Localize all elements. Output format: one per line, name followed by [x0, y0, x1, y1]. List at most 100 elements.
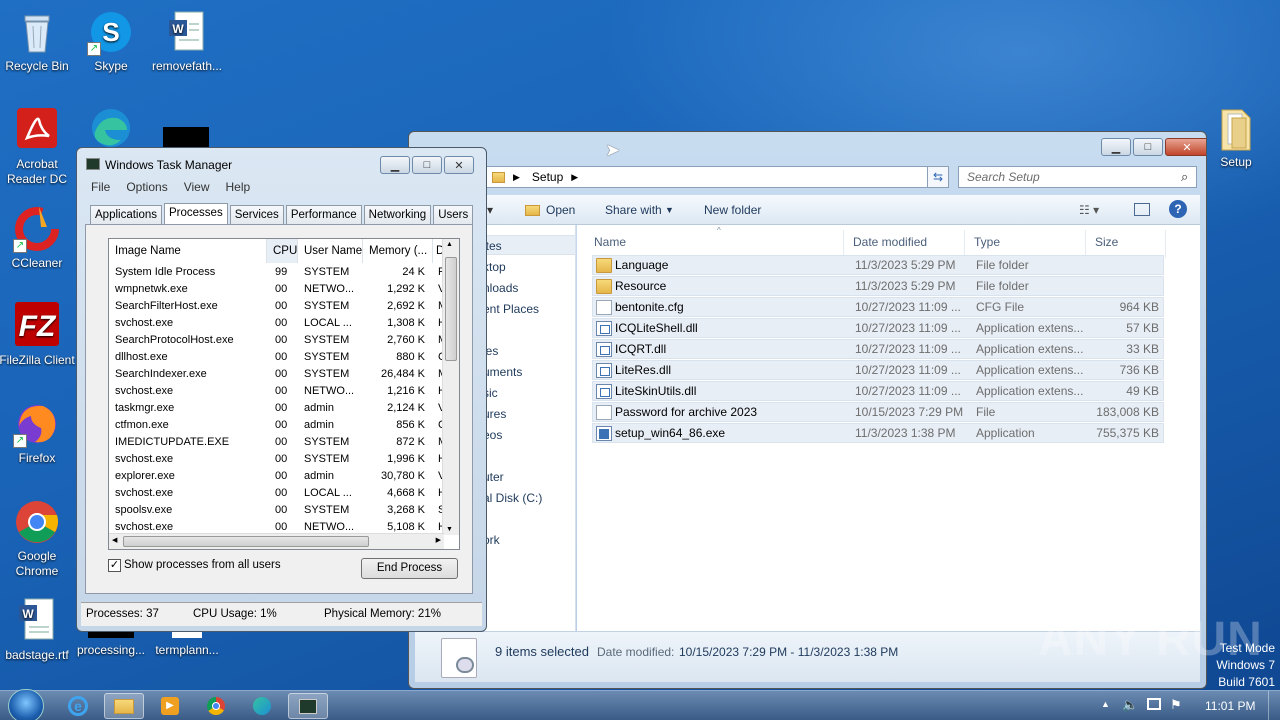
- tab-processes[interactable]: Processes: [164, 203, 228, 224]
- process-row[interactable]: SearchFilterHost.exe00SYSTEM2,692 KM: [109, 298, 444, 315]
- process-row[interactable]: explorer.exe00admin30,780 KV: [109, 468, 444, 485]
- scroll-thumb[interactable]: [445, 257, 457, 361]
- desktop-icon-setup[interactable]: Setup: [1196, 104, 1276, 170]
- column-header-type[interactable]: Type: [965, 230, 1086, 258]
- process-row[interactable]: ctfmon.exe00admin856 KC: [109, 417, 444, 434]
- column-header-cpu[interactable]: CPU: [267, 239, 298, 263]
- end-process-button[interactable]: End Process: [361, 558, 458, 579]
- file-row[interactable]: Password for archive 2023 10/15/2023 7:29…: [592, 402, 1164, 422]
- scroll-up-icon[interactable]: ▲: [446, 241, 453, 248]
- tab-services[interactable]: Services: [229, 205, 284, 224]
- show-desktop-button[interactable]: [1268, 691, 1280, 720]
- file-row[interactable]: bentonite.cfg 10/27/2023 11:09 ... CFG Fil…: [592, 297, 1164, 317]
- file-row[interactable]: LiteSkinUtils.dll 10/27/2023 11:09 ... App…: [592, 381, 1164, 401]
- desktop-icon-removefath[interactable]: W removefath...: [147, 8, 227, 74]
- address-bar[interactable]: ▶ Setup ▶ ▼: [479, 166, 949, 188]
- menu-view[interactable]: View: [184, 180, 210, 194]
- tab-applications[interactable]: Applications: [90, 205, 163, 224]
- process-row[interactable]: wmpnetwk.exe00NETWO...1,292 KV: [109, 281, 444, 298]
- show-hidden-icons[interactable]: ▲: [1101, 699, 1110, 709]
- column-header-date-modified[interactable]: Date modified: [844, 230, 965, 258]
- process-row[interactable]: svchost.exe00NETWO...1,216 KH: [109, 383, 444, 400]
- start-orb-icon[interactable]: [8, 689, 44, 720]
- close-button[interactable]: ✕: [1165, 138, 1206, 156]
- maximize-button[interactable]: □: [412, 156, 442, 174]
- column-header-image-name[interactable]: Image Name: [109, 239, 267, 263]
- desktop-icon-skype[interactable]: S ↗ Skype: [71, 8, 151, 74]
- file-row[interactable]: setup_win64_86.exe 11/3/2023 1:38 PM Appli…: [592, 423, 1164, 443]
- menu-file[interactable]: File: [91, 180, 110, 194]
- clock[interactable]: 11:01 PM: [1205, 699, 1255, 713]
- refresh-icon[interactable]: ⇆: [927, 166, 949, 188]
- taskbar-explorer-icon[interactable]: [104, 693, 144, 719]
- tab-networking[interactable]: Networking: [363, 205, 432, 224]
- desktop-icon-filezilla[interactable]: FZ FileZilla Client: [0, 302, 77, 368]
- close-button[interactable]: ✕: [444, 156, 474, 174]
- taskbar-taskmgr-icon[interactable]: [288, 693, 328, 719]
- desktop-icon-recycle-bin[interactable]: Recycle Bin: [0, 8, 77, 74]
- nav-item-documents[interactable]: uments: [483, 365, 522, 379]
- volume-icon[interactable]: 🔈: [1122, 697, 1138, 713]
- desktop-icon-processing[interactable]: processing...: [71, 632, 151, 658]
- taskbar-ie-icon[interactable]: e: [58, 693, 98, 719]
- process-row[interactable]: svchost.exe00NETWO...5,108 KH: [109, 519, 444, 534]
- file-row[interactable]: LiteRes.dll 10/27/2023 11:09 ... Applicati…: [592, 360, 1164, 380]
- tab-users[interactable]: Users: [433, 205, 474, 224]
- file-row[interactable]: Language 11/3/2023 5:29 PM File folder: [592, 255, 1164, 275]
- nav-item-downloads[interactable]: nloads: [483, 281, 518, 295]
- process-row[interactable]: dllhost.exe00SYSTEM880 KC: [109, 349, 444, 366]
- taskbar-chrome-icon[interactable]: [196, 693, 236, 719]
- tab-performance[interactable]: Performance: [285, 205, 362, 224]
- nav-item-local-disk[interactable]: al Disk (C:): [483, 491, 542, 505]
- preview-pane-icon[interactable]: [1134, 203, 1150, 216]
- scroll-thumb[interactable]: [123, 536, 369, 547]
- desktop-icon-ccleaner[interactable]: ↗ CCleaner: [0, 205, 77, 271]
- process-row[interactable]: svchost.exe00LOCAL ...4,668 KH: [109, 485, 444, 502]
- help-icon[interactable]: ?: [1169, 200, 1187, 218]
- network-icon[interactable]: [1147, 698, 1161, 710]
- maximize-button[interactable]: □: [1133, 138, 1163, 156]
- process-row[interactable]: SearchIndexer.exe00SYSTEM26,484 KM: [109, 366, 444, 383]
- minimize-button[interactable]: ▁: [1101, 138, 1131, 156]
- menu-help[interactable]: Help: [226, 180, 251, 194]
- file-row[interactable]: ICQRT.dll 10/27/2023 11:09 ... Application…: [592, 339, 1164, 359]
- menu-options[interactable]: Options: [126, 180, 167, 194]
- action-center-flag-icon[interactable]: ⚑: [1170, 697, 1182, 713]
- desktop-icon-black-thumbnail[interactable]: [163, 127, 209, 149]
- scroll-left-icon[interactable]: ◀: [112, 536, 117, 544]
- process-row[interactable]: svchost.exe00LOCAL ...1,308 KH: [109, 315, 444, 332]
- task-manager-window[interactable]: Windows Task Manager ▁ □ ✕ File Options …: [76, 147, 487, 632]
- horizontal-scrollbar[interactable]: ◀ ▶: [109, 533, 444, 549]
- column-header-user-name[interactable]: User Name: [298, 239, 363, 263]
- file-row[interactable]: Resource 11/3/2023 5:29 PM File folder: [592, 276, 1164, 296]
- process-row[interactable]: svchost.exe00SYSTEM1,996 KH: [109, 451, 444, 468]
- process-row[interactable]: System Idle Process99SYSTEM24 KF: [109, 264, 444, 281]
- scroll-right-icon[interactable]: ▶: [436, 536, 441, 544]
- desktop-icon-firefox[interactable]: ↗ Firefox: [0, 400, 77, 466]
- open-button[interactable]: Open: [546, 203, 575, 217]
- scroll-down-icon[interactable]: ▼: [446, 526, 453, 533]
- file-row[interactable]: ICQLiteShell.dll 10/27/2023 11:09 ... Appl…: [592, 318, 1164, 338]
- process-row[interactable]: IMEDICTUPDATE.EXE00SYSTEM872 KM: [109, 434, 444, 451]
- taskbar-media-player-icon[interactable]: ▶: [150, 693, 190, 719]
- show-all-users-checkbox[interactable]: ✓: [108, 559, 121, 572]
- column-header-size[interactable]: Size: [1086, 230, 1166, 258]
- process-row[interactable]: spoolsv.exe00SYSTEM3,268 KS: [109, 502, 444, 519]
- process-row[interactable]: SearchProtocolHost.exe00SYSTEM2,760 KM: [109, 332, 444, 349]
- nav-item-recent-places[interactable]: ent Places: [483, 302, 539, 316]
- desktop-icon-termplann[interactable]: termplann...: [147, 632, 227, 658]
- taskbar-edge-icon[interactable]: [242, 693, 282, 719]
- view-options-icon[interactable]: ☷ ▾: [1079, 203, 1099, 217]
- minimize-button[interactable]: ▁: [380, 156, 410, 174]
- explorer-window[interactable]: ▁ □ ✕ ▶ Setup ▶ ▼ ⇆ Search Setup ⌕ ▾ Ope…: [408, 131, 1207, 689]
- desktop-icon-badstage[interactable]: W badstage.rtf: [0, 597, 77, 663]
- desktop-icon-acrobat[interactable]: Acrobat Reader DC: [0, 106, 77, 187]
- vertical-scrollbar[interactable]: ▲ ▼: [442, 239, 459, 535]
- search-input[interactable]: Search Setup: [958, 166, 1197, 188]
- breadcrumb-setup[interactable]: Setup: [532, 170, 563, 184]
- column-header-name[interactable]: Name: [585, 230, 844, 258]
- new-folder-button[interactable]: New folder: [704, 203, 761, 217]
- process-row[interactable]: taskmgr.exe00admin2,124 KV: [109, 400, 444, 417]
- column-header-memory[interactable]: Memory (...: [363, 239, 433, 263]
- share-with-button[interactable]: Share with: [605, 203, 662, 217]
